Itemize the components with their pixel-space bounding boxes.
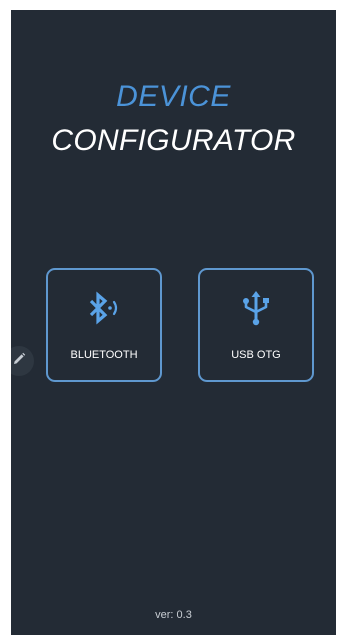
pencil-icon xyxy=(12,352,26,371)
app-title-device: DEVICE xyxy=(116,80,231,113)
usb-otg-button[interactable]: USB OTG xyxy=(198,268,314,382)
bluetooth-button[interactable]: BLUETOOTH xyxy=(46,268,162,382)
app-screen: DEVICE CONFIGURATOR BLUETOOTH USB OTG ve… xyxy=(11,10,336,635)
version-label: ver: 0.3 xyxy=(155,609,192,621)
bluetooth-icon xyxy=(48,290,160,326)
usb-otg-label: USB OTG xyxy=(231,349,281,361)
usb-icon xyxy=(200,290,312,326)
edit-handle-button[interactable] xyxy=(11,346,34,376)
bluetooth-label: BLUETOOTH xyxy=(70,349,138,361)
app-title-configurator: CONFIGURATOR xyxy=(51,124,296,157)
